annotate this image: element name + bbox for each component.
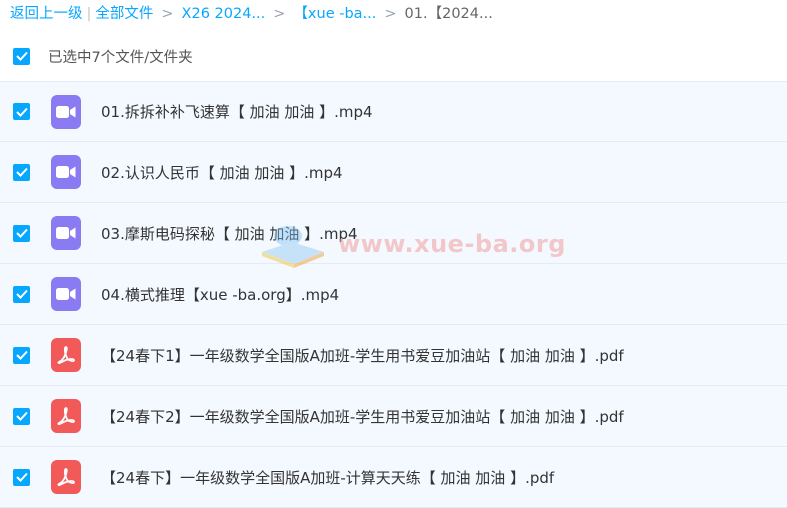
- file-name[interactable]: 【24春下1】一年级数学全国版A加班-学生用书爱豆加油站【 加油 加油 】.pd…: [101, 345, 624, 366]
- file-name[interactable]: 02.认识人民币【 加油 加油 】.mp4: [101, 162, 343, 183]
- breadcrumb-folder-1[interactable]: X26 2024...: [182, 6, 266, 22]
- breadcrumb-arrow: >: [161, 6, 174, 22]
- pdf-file-icon: [51, 338, 81, 372]
- checkmark-icon: [15, 350, 28, 360]
- file-row[interactable]: 【24春下2】一年级数学全国版A加班-学生用书爱豆加油站【 加油 加油 】.pd…: [0, 386, 787, 447]
- pdf-file-icon: [51, 399, 81, 433]
- file-checkbox[interactable]: [13, 103, 30, 120]
- file-name[interactable]: 【24春下】一年级数学全国版A加班-计算天天练【 加油 加油 】.pdf: [101, 467, 554, 488]
- pdf-file-icon: [51, 460, 81, 494]
- breadcrumb: 返回上一级 | 全部文件 > X26 2024... > 【xue -ba... >01.【2…: [10, 4, 493, 24]
- video-camera-icon: [56, 288, 76, 300]
- file-row[interactable]: 01.拆拆补补飞速算【 加油 加油 】.mp4: [0, 81, 787, 142]
- breadcrumb-folder-2[interactable]: 【xue -ba...: [293, 6, 376, 22]
- file-checkbox[interactable]: [13, 407, 30, 425]
- back-link[interactable]: 返回上一级: [10, 6, 83, 22]
- breadcrumb-arrow: >: [384, 6, 397, 22]
- checkmark-icon: [15, 472, 28, 482]
- file-checkbox[interactable]: [13, 285, 30, 303]
- file-row[interactable]: 【24春下1】一年级数学全国版A加班-学生用书爱豆加油站【 加油 加油 】.pd…: [0, 325, 787, 386]
- file-name[interactable]: 【24春下2】一年级数学全国版A加班-学生用书爱豆加油站【 加油 加油 】.pd…: [101, 406, 624, 427]
- file-checkbox[interactable]: [13, 468, 30, 486]
- video-file-icon: [51, 277, 81, 311]
- file-row[interactable]: 04.横式推理【xue -ba.org】.mp4: [0, 264, 787, 325]
- file-row[interactable]: 【24春下】一年级数学全国版A加班-计算天天练【 加油 加油 】.pdf: [0, 447, 787, 508]
- video-camera-icon: [56, 166, 76, 178]
- pdf-icon: [57, 346, 75, 365]
- file-list: 01.拆拆补补飞速算【 加油 加油 】.mp4 02.认识人民币【 加油 加油 】…: [0, 81, 787, 508]
- video-file-icon: [51, 155, 81, 189]
- select-all-checkbox[interactable]: [13, 47, 30, 65]
- file-name[interactable]: 01.拆拆补补飞速算【 加油 加油 】.mp4: [101, 101, 373, 122]
- breadcrumb-arrow: >: [273, 6, 286, 22]
- pdf-icon: [57, 468, 75, 487]
- file-name[interactable]: 04.横式推理【xue -ba.org】.mp4: [101, 284, 339, 305]
- checkmark-icon: [15, 289, 28, 299]
- checkmark-icon: [15, 51, 28, 61]
- pdf-icon: [57, 407, 75, 426]
- checkmark-icon: [15, 228, 28, 238]
- selection-bar: 已选中7个文件/文件夹: [0, 42, 787, 70]
- selection-count: 已选中7个文件/文件夹: [48, 49, 193, 66]
- breadcrumb-separator: |: [86, 6, 92, 22]
- file-checkbox[interactable]: [13, 163, 30, 181]
- checkmark-icon: [15, 167, 28, 177]
- checkmark-icon: [15, 411, 28, 421]
- all-files-link[interactable]: 全部文件: [95, 6, 153, 22]
- video-camera-icon: [56, 105, 76, 118]
- file-row[interactable]: 03.摩斯电码探秘【 加油 加油 】.mp4: [0, 203, 787, 264]
- file-checkbox[interactable]: [13, 224, 30, 242]
- video-camera-icon: [56, 227, 76, 239]
- video-file-icon: [51, 94, 81, 129]
- checkmark-icon: [15, 107, 28, 117]
- breadcrumb-current: 01.【2024...: [404, 6, 493, 22]
- file-row[interactable]: 02.认识人民币【 加油 加油 】.mp4: [0, 142, 787, 203]
- video-file-icon: [51, 216, 81, 250]
- file-checkbox[interactable]: [13, 346, 30, 364]
- file-name[interactable]: 03.摩斯电码探秘【 加油 加油 】.mp4: [101, 223, 358, 244]
